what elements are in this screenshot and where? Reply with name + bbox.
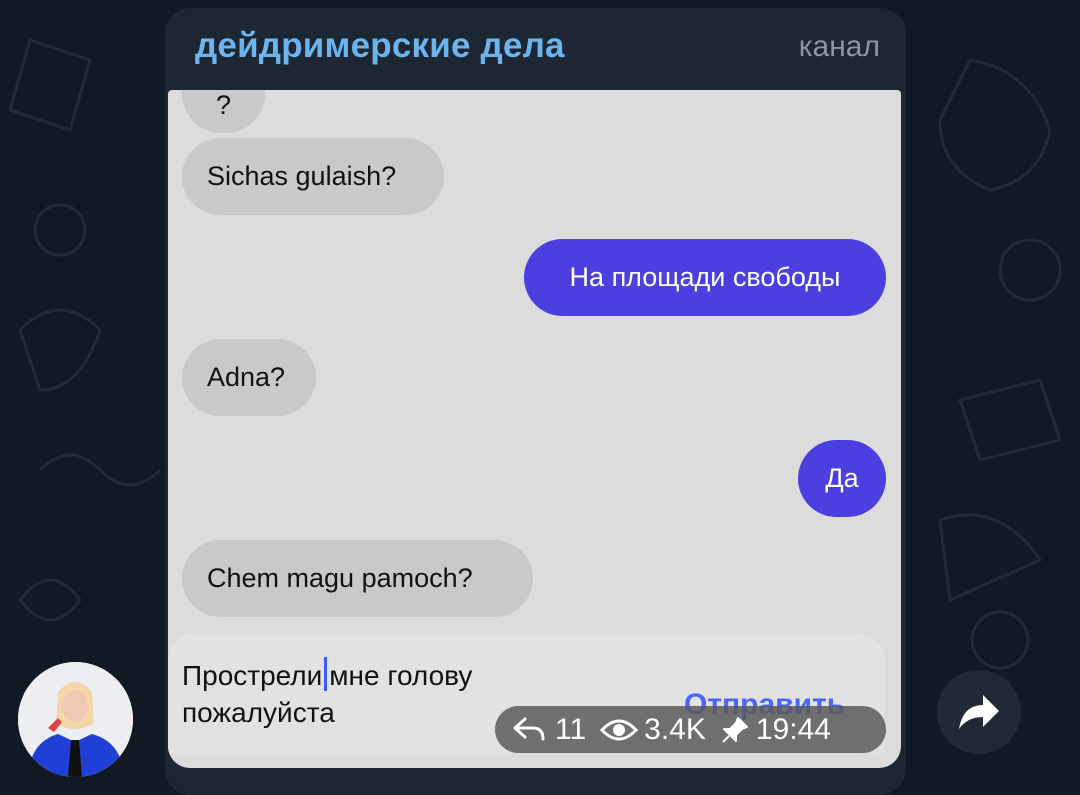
message-text: Chem magu pamoch?: [207, 563, 473, 593]
message-text: ?: [216, 90, 232, 120]
reply-count[interactable]: 11: [555, 713, 586, 747]
compose-text-before-caret: Прострели: [182, 660, 323, 691]
avatar-photo: [18, 662, 133, 777]
message-bubble-outgoing: Да: [798, 440, 886, 517]
message-bubble-incoming: Chem magu pamoch?: [182, 540, 533, 617]
message-bubble-outgoing: На площади свободы: [524, 239, 886, 316]
message-text: На площади свободы: [569, 262, 841, 292]
reply-icon[interactable]: [511, 715, 547, 745]
message-bubble-incoming: Sichas gulaish?: [182, 138, 444, 215]
share-arrow-icon: [959, 695, 999, 729]
post-time: 19:44: [755, 712, 831, 746]
share-button[interactable]: [937, 670, 1021, 754]
message-text: Adna?: [207, 362, 286, 392]
compose-text-line2: пожалуйста: [182, 697, 335, 728]
channel-type-label: канал: [798, 30, 880, 63]
message-bubble-partial: ?: [182, 90, 266, 133]
message-bubble-incoming: Adna?: [182, 339, 316, 416]
view-count: 3.4K: [644, 712, 706, 746]
message-text: Да: [825, 463, 859, 493]
chat-screenshot: ? Sichas gulaish? На площади свободы Adn…: [168, 90, 901, 768]
post-meta-bar: 11 3.4K 19:44: [495, 706, 886, 753]
eye-icon: [600, 719, 639, 740]
compose-text-after-caret: мне голову: [329, 660, 473, 691]
text-caret: [324, 657, 328, 691]
channel-avatar[interactable]: [18, 662, 133, 777]
channel-title[interactable]: дейдримерские дела: [195, 26, 565, 66]
pin-icon: [722, 716, 748, 743]
message-text: Sichas gulaish?: [207, 161, 397, 191]
